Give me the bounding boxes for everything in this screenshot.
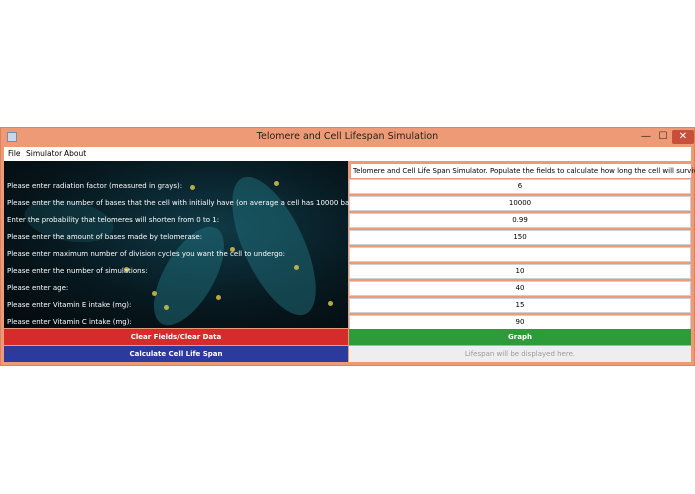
dot bbox=[294, 265, 299, 270]
simulations-input[interactable]: 10 bbox=[349, 264, 691, 279]
bases-input[interactable]: 10000 bbox=[349, 196, 691, 211]
calculate-lifespan-button[interactable]: Calculate Cell Life Span bbox=[4, 346, 348, 362]
dot bbox=[274, 181, 279, 186]
dot bbox=[164, 305, 169, 310]
vitamin-e-input[interactable]: 15 bbox=[349, 298, 691, 313]
dot bbox=[328, 301, 333, 306]
label-radiation: Please enter radiation factor (measured … bbox=[7, 182, 183, 190]
label-vitamin-e: Please enter Vitamin E intake (mg): bbox=[7, 301, 132, 309]
minimize-icon[interactable]: — bbox=[637, 130, 655, 144]
close-icon[interactable]: ✕ bbox=[672, 130, 694, 144]
menu-simulator[interactable]: Simulator bbox=[26, 149, 62, 158]
vitamin-c-input[interactable]: 90 bbox=[349, 315, 691, 330]
menu-bar: File Simulator About bbox=[4, 147, 691, 161]
dot bbox=[152, 291, 157, 296]
label-division-cycles: Please enter maximum number of division … bbox=[7, 250, 286, 258]
radiation-input[interactable]: 6 bbox=[349, 179, 691, 194]
label-simulations: Please enter the number of simulations: bbox=[7, 267, 148, 275]
lifespan-result: Lifespan will be displayed here. bbox=[349, 346, 691, 362]
clear-fields-button[interactable]: Clear Fields/Clear Data bbox=[4, 329, 348, 345]
label-vitamin-c: Please enter Vitamin C intake (mg): bbox=[7, 318, 132, 326]
maximize-icon[interactable]: ☐ bbox=[654, 130, 672, 144]
label-bases: Please enter the number of bases that th… bbox=[7, 199, 366, 207]
graph-button[interactable]: Graph bbox=[349, 329, 691, 345]
menu-about[interactable]: About bbox=[64, 149, 86, 158]
dot bbox=[190, 185, 195, 190]
header-text: Telomere and Cell Life Span Simulator. P… bbox=[351, 164, 695, 178]
main-content: Telomere and Cell Life Span Simulator. P… bbox=[4, 161, 695, 362]
telomerase-input[interactable]: 150 bbox=[349, 230, 691, 245]
age-input[interactable]: 40 bbox=[349, 281, 691, 296]
probability-input[interactable]: 0.99 bbox=[349, 213, 691, 228]
label-telomerase: Please enter the amount of bases made by… bbox=[7, 233, 203, 241]
division-cycles-input[interactable] bbox=[349, 247, 691, 262]
blob bbox=[215, 165, 333, 327]
window-title: Telomere and Cell Lifespan Simulation bbox=[256, 131, 439, 142]
dot bbox=[216, 295, 221, 300]
title-bar[interactable]: Telomere and Cell Lifespan Simulation — … bbox=[1, 128, 694, 146]
menu-file[interactable]: File bbox=[8, 149, 21, 158]
label-age: Please enter age: bbox=[7, 284, 69, 292]
label-probability: Enter the probability that telomeres wil… bbox=[7, 216, 220, 224]
app-window: Telomere and Cell Lifespan Simulation — … bbox=[0, 127, 695, 366]
